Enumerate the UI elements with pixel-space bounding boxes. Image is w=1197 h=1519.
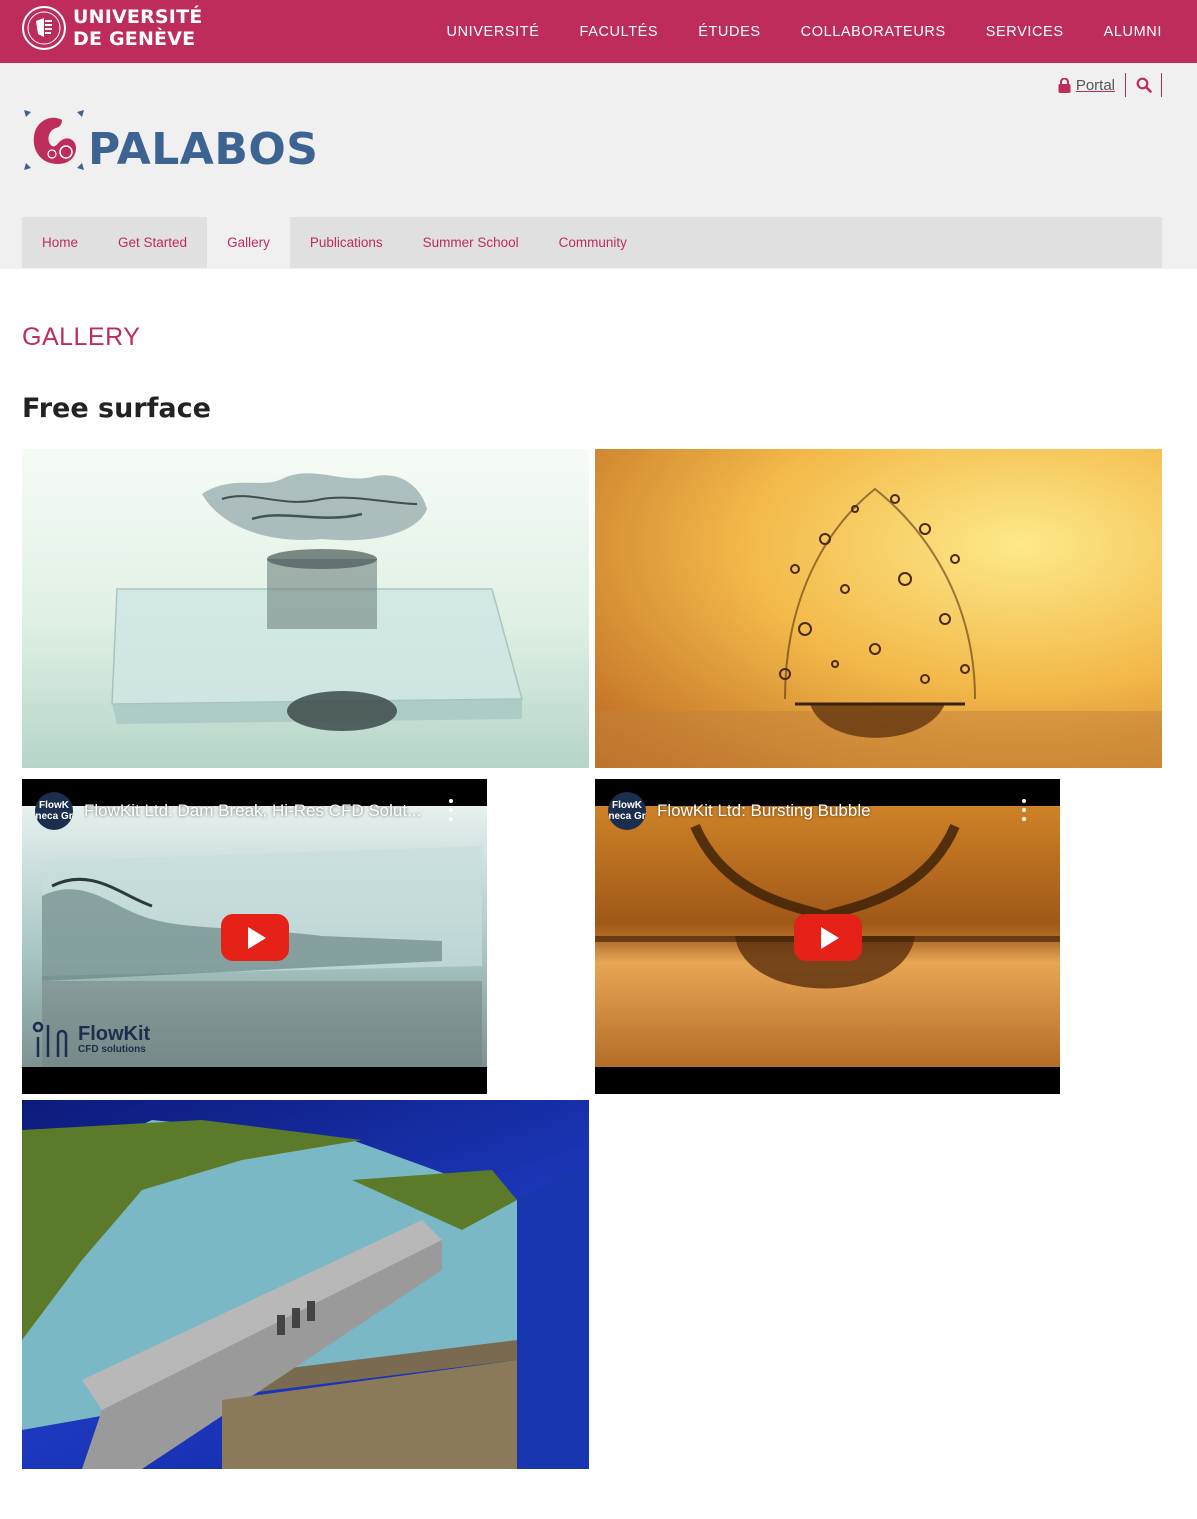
uni-nav-collaborateurs[interactable]: COLLABORATEURS — [801, 24, 946, 40]
gallery-image-bursting-bubble[interactable] — [595, 449, 1162, 768]
play-button-icon[interactable] — [221, 914, 289, 961]
university-name-line1: UNIVERSITÉ — [73, 6, 203, 28]
channel-avatar-line1: FlowK — [612, 800, 642, 811]
play-button-icon[interactable] — [794, 914, 862, 961]
channel-avatar-line2: neca Gr — [35, 811, 73, 822]
university-logo[interactable]: UNIVERSITÉ DE GENÈVE — [22, 6, 202, 50]
more-options-icon[interactable] — [1022, 799, 1026, 821]
university-name: UNIVERSITÉ DE GENÈVE — [73, 6, 202, 50]
uni-nav-alumni[interactable]: ALUMNI — [1104, 24, 1162, 40]
nav-gallery[interactable]: Gallery — [207, 217, 290, 268]
dam-reservoir-illustration — [22, 1120, 589, 1469]
splash-block-illustration — [111, 473, 523, 731]
video-header: FlowK neca Gr FlowKit Ltd: Bursting Bubb… — [595, 791, 1060, 831]
main-nav: Home Get Started Gallery Publications Su… — [22, 217, 1162, 268]
flowkit-name: FlowKit — [78, 1022, 151, 1045]
video-title[interactable]: FlowKit Ltd: Bursting Bubble — [657, 801, 1007, 821]
channel-avatar[interactable]: FlowK neca Gr — [608, 792, 646, 830]
nav-community[interactable]: Community — [539, 217, 647, 268]
video-bursting-bubble[interactable]: FlowK neca Gr FlowKit Ltd: Bursting Bubb… — [595, 779, 1060, 1094]
section-title: Free surface — [22, 393, 211, 424]
palabos-wordmark: PALABOS — [88, 124, 319, 175]
uni-nav-services[interactable]: SERVICES — [986, 24, 1064, 40]
university-bar: UNIVERSITÉ DE GENÈVE UNIVERSITÉ FACULTÉS… — [0, 0, 1197, 63]
nav-publications[interactable]: Publications — [290, 217, 403, 268]
gallery-image-dam-reservoir[interactable] — [22, 1100, 589, 1469]
flowkit-wrench-icon — [32, 1021, 68, 1057]
uni-nav-etudes[interactable]: ÉTUDES — [698, 24, 760, 40]
nav-summer-school[interactable]: Summer School — [403, 217, 539, 268]
header-tools: Portal — [1058, 73, 1162, 97]
lock-icon — [1058, 77, 1071, 93]
channel-avatar-line2: neca Gr — [608, 811, 646, 822]
site-header: Portal PALABOS Home Get Started Gallery … — [0, 63, 1197, 269]
gallery-image-splash-block[interactable] — [22, 449, 589, 768]
video-title[interactable]: FlowKit Ltd: Dam Break, Hi-Res CFD Solut… — [84, 801, 434, 821]
portal-label: Portal — [1075, 76, 1115, 94]
video-dam-break[interactable]: FlowK neca Gr FlowKit Ltd: Dam Break, Hi… — [22, 779, 487, 1094]
nav-get-started[interactable]: Get Started — [98, 217, 207, 268]
nav-home[interactable]: Home — [22, 217, 98, 268]
channel-avatar-line1: FlowK — [39, 800, 69, 811]
university-nav: UNIVERSITÉ FACULTÉS ÉTUDES COLLABORATEUR… — [407, 0, 1162, 63]
flowkit-watermark: FlowKit CFD solutions — [30, 1017, 150, 1061]
bubble-splash-illustration — [595, 487, 1162, 768]
uni-nav-facultes[interactable]: FACULTÉS — [580, 24, 659, 40]
university-seal-icon — [22, 6, 66, 50]
page-title: GALLERY — [22, 323, 141, 351]
video-header: FlowK neca Gr FlowKit Ltd: Dam Break, Hi… — [22, 791, 487, 831]
portal-link[interactable]: Portal — [1058, 73, 1126, 97]
more-options-icon[interactable] — [449, 799, 453, 821]
channel-avatar[interactable]: FlowK neca Gr — [35, 792, 73, 830]
uni-nav-universite[interactable]: UNIVERSITÉ — [447, 24, 540, 40]
search-icon[interactable] — [1126, 73, 1162, 97]
flowkit-sub: CFD solutions — [78, 1043, 146, 1055]
university-name-line2: DE GENÈVE — [73, 28, 196, 50]
palabos-mark-icon — [24, 110, 84, 170]
palabos-logo[interactable]: PALABOS — [22, 108, 318, 172]
